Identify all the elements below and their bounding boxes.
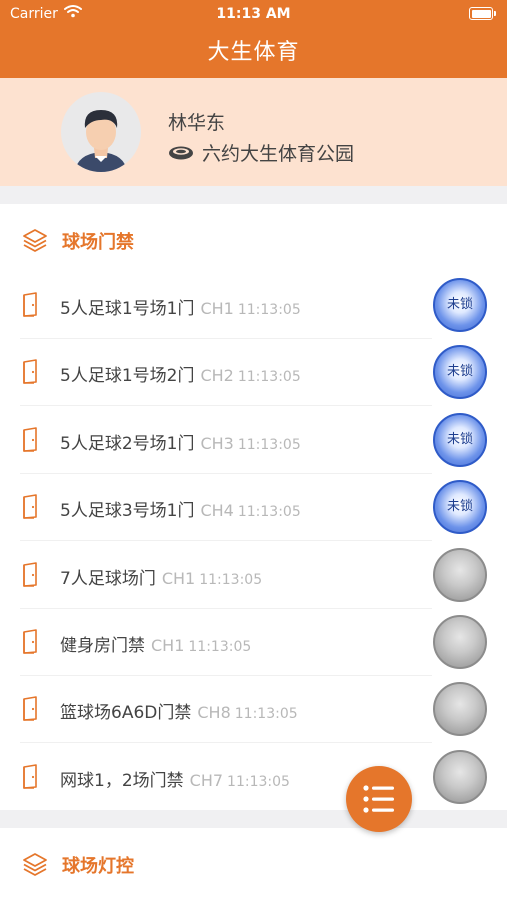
lock-toggle-button[interactable] <box>433 547 487 602</box>
section-divider <box>0 810 507 828</box>
section-divider <box>0 186 507 204</box>
door-row[interactable]: 健身房门禁 CH1 11:13:05 <box>0 609 507 676</box>
status-bar: Carrier 11:13 AM <box>0 0 507 28</box>
door-info: 5人足球1号场2门 CH2 11:13:05 <box>60 361 301 386</box>
door-name: 7人足球场门 <box>60 568 156 589</box>
door-icon <box>22 629 44 659</box>
door-info: 5人足球1号场1门 CH1 11:13:05 <box>60 294 301 319</box>
door-row[interactable]: 篮球场6A6D门禁 CH8 11:13:05 <box>0 676 507 744</box>
section-title: 球场门禁 <box>62 232 134 253</box>
door-row[interactable]: 5人足球1号场2门 CH2 11:13:05 未锁 <box>0 339 507 407</box>
door-channel: CH3 <box>200 433 234 453</box>
status-time: 11:13 AM <box>216 6 291 22</box>
door-row[interactable]: 7人足球场门 CH1 11:13:05 <box>0 542 507 609</box>
lock-status-label: 未锁 <box>446 364 473 380</box>
door-info: 网球1，2场门禁 CH7 11:13:05 <box>60 766 290 791</box>
lock-toggle-button[interactable] <box>433 749 487 804</box>
door-name: 5人足球2号场1门 <box>60 433 195 454</box>
door-time: 11:13:05 <box>234 706 298 723</box>
door-icon <box>22 561 44 592</box>
door-icon <box>22 426 44 457</box>
stadium-icon <box>169 146 193 159</box>
user-profile-card: 林华东 六约大生体育公园 <box>0 78 507 186</box>
door-name: 网球1，2场门禁 <box>60 770 184 791</box>
venue-info: 六约大生体育公园 <box>168 139 354 166</box>
door-channel: CH2 <box>200 366 234 386</box>
lock-status-label: 未锁 <box>446 431 473 447</box>
lock-toggle-button[interactable] <box>433 682 487 737</box>
door-info: 5人足球3号场1门 CH4 11:13:05 <box>60 496 301 521</box>
door-time: 11:13:05 <box>227 773 290 790</box>
door-icon <box>22 359 44 389</box>
door-info: 健身房门禁 CH1 11:13:05 <box>60 631 251 656</box>
door-icon <box>22 696 44 726</box>
section-header-light-control[interactable]: 球场灯控 <box>0 832 507 894</box>
door-time: 11:13:05 <box>237 302 301 318</box>
door-time: 11:13:05 <box>199 571 263 588</box>
venue-name: 六约大生体育公园 <box>202 143 355 165</box>
door-channel: CH1 <box>200 299 234 318</box>
section-title: 球场灯控 <box>62 856 134 877</box>
door-channel: CH1 <box>161 568 196 588</box>
layers-icon <box>23 229 47 252</box>
lock-status-label: 未锁 <box>446 297 473 312</box>
page-title: 大生体育 <box>207 40 300 65</box>
menu-fab-button[interactable] <box>346 766 412 832</box>
door-time: 11:13:05 <box>237 369 301 386</box>
door-time: 11:13:05 <box>237 504 301 521</box>
door-time: 11:13:05 <box>237 436 301 453</box>
lock-toggle-button[interactable]: 未锁 <box>433 345 487 400</box>
door-name: 5人足球3号场1门 <box>60 501 195 522</box>
lock-status-label: 未锁 <box>446 499 473 515</box>
door-info: 7人足球场门 CH1 11:13:05 <box>60 564 262 589</box>
lock-toggle-button[interactable]: 未锁 <box>433 278 487 332</box>
door-info: 篮球场6A6D门禁 CH8 11:13:05 <box>60 698 298 723</box>
lock-toggle-button[interactable]: 未锁 <box>433 480 487 535</box>
door-row[interactable]: 5人足球3号场1门 CH4 11:13:05 未锁 <box>0 474 507 542</box>
layers-icon <box>23 853 47 876</box>
door-time: 11:13:05 <box>188 639 252 655</box>
avatar[interactable] <box>61 92 141 172</box>
door-channel: CH4 <box>200 501 234 521</box>
navigation-bar: Carrier 11:13 AM 大生体育 <box>0 0 507 78</box>
user-name: 林华东 <box>168 112 226 134</box>
door-channel: CH8 <box>197 703 231 723</box>
door-row[interactable]: 5人足球1号场1门 CH1 11:13:05 未锁 <box>0 272 507 339</box>
door-name: 健身房门禁 <box>60 636 145 656</box>
door-icon <box>22 763 44 794</box>
list-menu-icon <box>363 785 394 813</box>
door-icon <box>22 292 44 322</box>
section-header-door-access[interactable]: 球场门禁 <box>0 208 507 270</box>
door-row[interactable]: 5人足球2号场1门 CH3 11:13:05 未锁 <box>0 407 507 474</box>
door-name: 5人足球1号场2门 <box>60 366 195 387</box>
door-channel: CH1 <box>151 636 185 655</box>
door-name: 5人足球1号场1门 <box>60 299 195 319</box>
door-row[interactable]: 网球1，2场门禁 CH7 11:13:05 <box>0 744 507 811</box>
door-icon <box>22 494 44 524</box>
door-name: 篮球场6A6D门禁 <box>60 703 192 724</box>
door-channel: CH7 <box>189 770 224 790</box>
door-info: 5人足球2号场1门 CH3 11:13:05 <box>60 429 301 454</box>
lock-toggle-button[interactable]: 未锁 <box>433 412 487 467</box>
user-avatar-icon <box>75 110 127 172</box>
lock-toggle-button[interactable] <box>433 615 487 669</box>
battery-icon <box>469 7 496 20</box>
